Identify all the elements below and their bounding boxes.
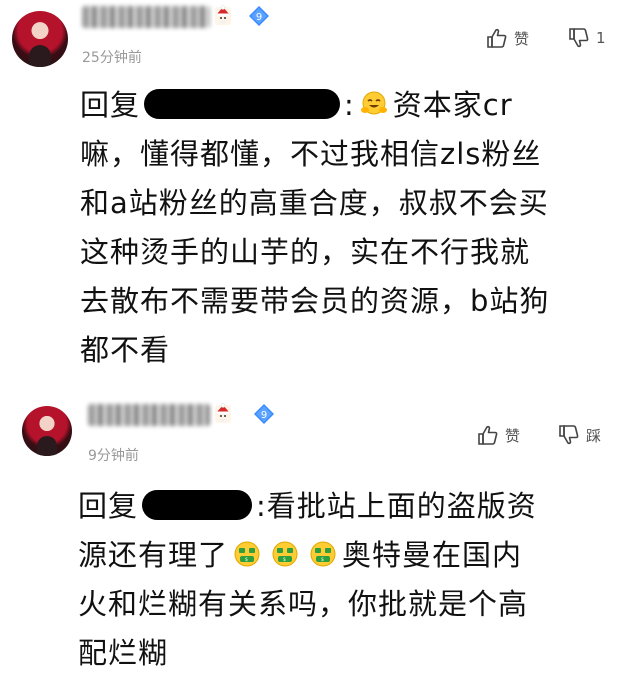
thumbs-up-icon (478, 425, 498, 445)
money-mouth-emoji: $ (272, 541, 298, 567)
svg-text:$: $ (321, 557, 325, 563)
comment-body: 回复: 资本家cr 嘛，懂得都懂，不过我相信zls粉丝 和a站粉丝的高重合度，叔… (80, 81, 625, 375)
username-redacted[interactable] (82, 6, 210, 28)
username-redacted[interactable] (88, 404, 210, 426)
thumbs-up-icon (487, 28, 507, 48)
reply-prefix: 回复 (78, 489, 139, 523)
comment-feed: 9 25分钟前 赞 1 回复: 资本家cr 嘛，懂得都懂，不过我相信zls粉丝 … (0, 0, 641, 676)
comment-item: 9 9分钟前 赞 踩 回复 :看批站上面的盗版资 源还有理了 $ $ $ 奥特曼… (0, 390, 641, 676)
like-label: 赞 (505, 426, 521, 445)
comment-timestamp: 9分钟前 (88, 448, 139, 464)
like-button[interactable]: 赞 (477, 424, 520, 446)
comment-item: 9 25分钟前 赞 1 回复: 资本家cr 嘛，懂得都懂，不过我相信zls粉丝 … (0, 0, 641, 380)
reply-line: :看批站上面的盗版资 (256, 489, 537, 523)
money-mouth-emoji: $ (310, 541, 336, 567)
reply-line: 嘛，懂得都懂，不过我相信zls粉丝 (80, 137, 542, 171)
santa-hat-icon (215, 403, 231, 423)
redacted-username (142, 490, 253, 520)
reply-line: 和a站粉丝的高重合度，叔叔不会买 (80, 186, 549, 220)
svg-text:$: $ (245, 557, 249, 563)
santa-hat-icon (215, 5, 231, 25)
comment-body: 回复 :看批站上面的盗版资 源还有理了 $ $ $ 奥特曼在国内 火和烂糊有关系吗… (78, 482, 623, 676)
reply-line: 配烂糊 (78, 636, 169, 670)
level-diamond-icon: 9 (254, 404, 274, 424)
redacted-username (144, 89, 341, 119)
thumbs-down-icon (569, 28, 589, 48)
dislike-count: 1 (596, 29, 606, 47)
reply-line: 源还有理了 (78, 538, 229, 572)
dislike-button[interactable]: 1 (568, 27, 606, 49)
level-number: 9 (256, 12, 262, 23)
level-number: 9 (261, 410, 267, 421)
reply-prefix: 回复 (80, 88, 141, 122)
thumbs-down-icon (559, 425, 579, 445)
dislike-label: 踩 (586, 426, 602, 445)
reply-line: 火和烂糊有关系吗，你批就是个高 (78, 587, 529, 621)
reply-colon: : (344, 88, 355, 122)
reply-line: 去散布不需要带会员的资源，b站狗 (80, 284, 550, 318)
reply-line: 奥特曼在国内 (342, 538, 523, 572)
hugging-face-emoji (360, 91, 387, 115)
reply-line: 资本家cr (392, 88, 513, 122)
avatar[interactable] (22, 406, 72, 456)
comment-timestamp: 25分钟前 (82, 50, 142, 66)
avatar[interactable] (12, 11, 68, 67)
level-diamond-icon: 9 (249, 6, 269, 26)
like-button[interactable]: 赞 (486, 27, 529, 49)
like-label: 赞 (514, 29, 530, 48)
reply-line: 这种烫手的山芋的，实在不行我就 (80, 235, 531, 269)
money-mouth-emoji: $ (234, 541, 260, 567)
reply-line: 都不看 (80, 333, 171, 367)
dislike-button[interactable]: 踩 (558, 424, 601, 446)
svg-text:$: $ (283, 557, 287, 563)
